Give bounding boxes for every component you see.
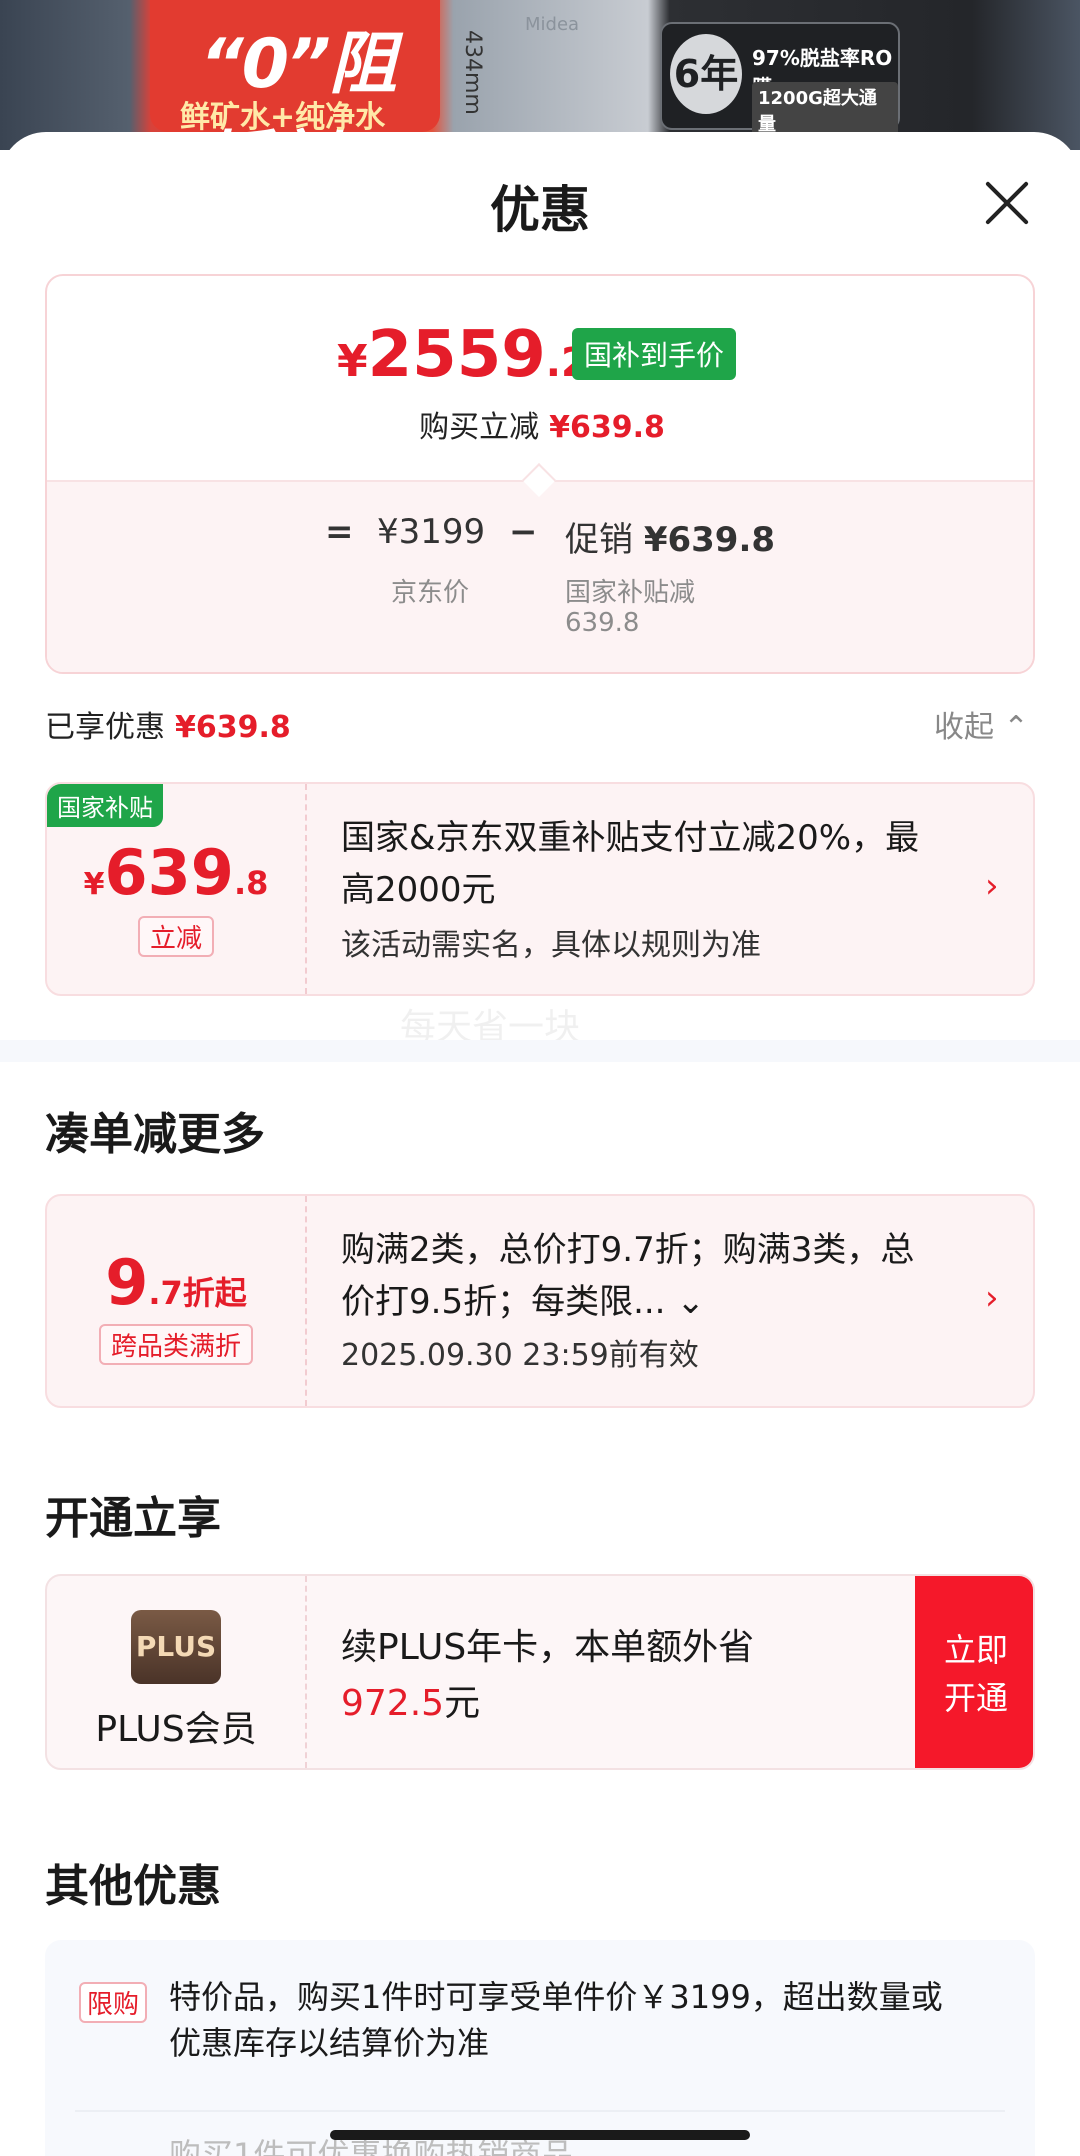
coupon-description: 国家&京东双重补贴支付立减20%，最高2000元 bbox=[341, 818, 920, 910]
enjoyed-discount: 已享优惠 ¥639.8 bbox=[45, 710, 291, 745]
coupon-note: 该活动需实名，具体以规则为准 bbox=[341, 928, 761, 963]
price-formula-area bbox=[47, 480, 1033, 672]
expire-time: 2025.09.30 23:59前有效 bbox=[341, 1338, 699, 1373]
promo-price: 促销 ¥639.8 bbox=[565, 520, 776, 560]
brand-logo: Midea bbox=[525, 14, 580, 35]
subsidy-value: 639.8 bbox=[565, 608, 640, 638]
minus-sign: − bbox=[509, 512, 538, 552]
dashed-divider bbox=[305, 784, 307, 994]
section-title-other: 其他优惠 bbox=[45, 1861, 221, 1912]
coupon-amount: ¥639.8 bbox=[83, 836, 269, 909]
home-indicator[interactable] bbox=[330, 2130, 750, 2140]
national-subsidy-coupon[interactable]: 国家补贴 ¥639.8 立减 国家&京东双重补贴支付立减20%，最高2000元 … bbox=[45, 782, 1035, 996]
plus-logo: PLUS bbox=[131, 1610, 221, 1684]
sheet-title: 优惠 bbox=[490, 181, 590, 239]
limit-tag: 限购 bbox=[79, 1982, 148, 2023]
final-price-badge: 国补到手价 bbox=[572, 328, 737, 380]
price-breakdown-card: ¥2559.2 国补到手价 购买立减 ¥639.8 = ¥3199 − 促销 ¥6… bbox=[45, 274, 1035, 674]
chevron-right-icon[interactable]: › bbox=[985, 866, 999, 906]
jd-price: ¥3199 bbox=[377, 512, 486, 552]
plus-description: 续PLUS年卡，本单额外省 bbox=[341, 1627, 755, 1668]
discount-amount-area: 9.7折起 跨品类满折 bbox=[47, 1196, 305, 1406]
close-icon[interactable] bbox=[982, 178, 1032, 228]
promo-sub-text: 鲜矿水+纯净水 bbox=[180, 100, 386, 135]
open-plus-button[interactable]: 立即 开通 bbox=[915, 1576, 1033, 1768]
dimension-label: 434mm bbox=[460, 30, 485, 115]
cross-category-chip: 跨品类满折 bbox=[98, 1324, 254, 1365]
plus-saving: 972.5元 bbox=[341, 1683, 481, 1724]
instant-chip: 立减 bbox=[137, 916, 215, 957]
feature-line-2: 1200G超大通量 bbox=[752, 82, 898, 138]
jd-price-caption: 京东价 bbox=[391, 578, 470, 608]
equals-sign: = bbox=[325, 512, 354, 552]
dashed-divider bbox=[305, 1196, 307, 1406]
collapse-button[interactable]: 收起 ⌃ bbox=[934, 702, 1029, 746]
subsidy-caption: 国家补贴减 bbox=[565, 578, 696, 608]
chevron-up-icon: ⌃ bbox=[1003, 710, 1029, 745]
section-separator bbox=[0, 1040, 1080, 1062]
feature-badge: 6年 97%脱盐率RO膜 1200G超大通量 bbox=[660, 22, 900, 138]
plus-name: PLUS会员 bbox=[95, 1709, 257, 1750]
final-price: ¥2559.2 bbox=[337, 318, 589, 392]
subsidy-tag: 国家补贴 bbox=[47, 784, 163, 827]
limit-description: 特价品，购买1件时可享受单件价￥3199，超出数量或优惠库存以结算价为准 bbox=[169, 1978, 943, 2062]
divider bbox=[75, 2110, 1005, 2112]
discount-sheet: 优惠 ¥2559.2 国补到手价 购买立减 ¥639.8 = ¥3199 − 促销… bbox=[0, 132, 1080, 2156]
discount-rate: 9.7折起 bbox=[105, 1246, 247, 1319]
cross-category-coupon[interactable]: 9.7折起 跨品类满折 购满2类，总价打9.7折；购满3类，总价打9.5折；每类… bbox=[45, 1194, 1035, 1408]
warranty-year: 6年 bbox=[670, 34, 742, 114]
discount-description: 购满2类，总价打9.7折；购满3类，总价打9.5折；每类限... ⌄ bbox=[341, 1230, 915, 1322]
coupon-amount-area: 国家补贴 ¥639.8 立减 bbox=[47, 784, 305, 994]
section-title-more: 凑单减更多 bbox=[45, 1109, 265, 1160]
plus-membership-card: PLUS PLUS会员 续PLUS年卡，本单额外省 972.5元 立即 开通 bbox=[45, 1574, 1035, 1770]
dashed-divider bbox=[305, 1576, 307, 1768]
instant-discount: 购买立减 ¥639.8 bbox=[419, 410, 665, 445]
product-image-background: “0”阻垢剂 鲜矿水+纯净水 434mm Midea 6年 97%脱盐率RO膜 … bbox=[0, 0, 1080, 150]
chevron-right-icon[interactable]: › bbox=[985, 1278, 999, 1318]
section-title-open: 开通立享 bbox=[45, 1493, 221, 1544]
other-discount-card: 限购 特价品，购买1件时可享受单件价￥3199，超出数量或优惠库存以结算价为准 … bbox=[45, 1940, 1035, 2156]
promo-banner: “0”阻垢剂 鲜矿水+纯净水 bbox=[150, 0, 440, 150]
chevron-down-icon[interactable]: ⌄ bbox=[676, 1282, 705, 1322]
